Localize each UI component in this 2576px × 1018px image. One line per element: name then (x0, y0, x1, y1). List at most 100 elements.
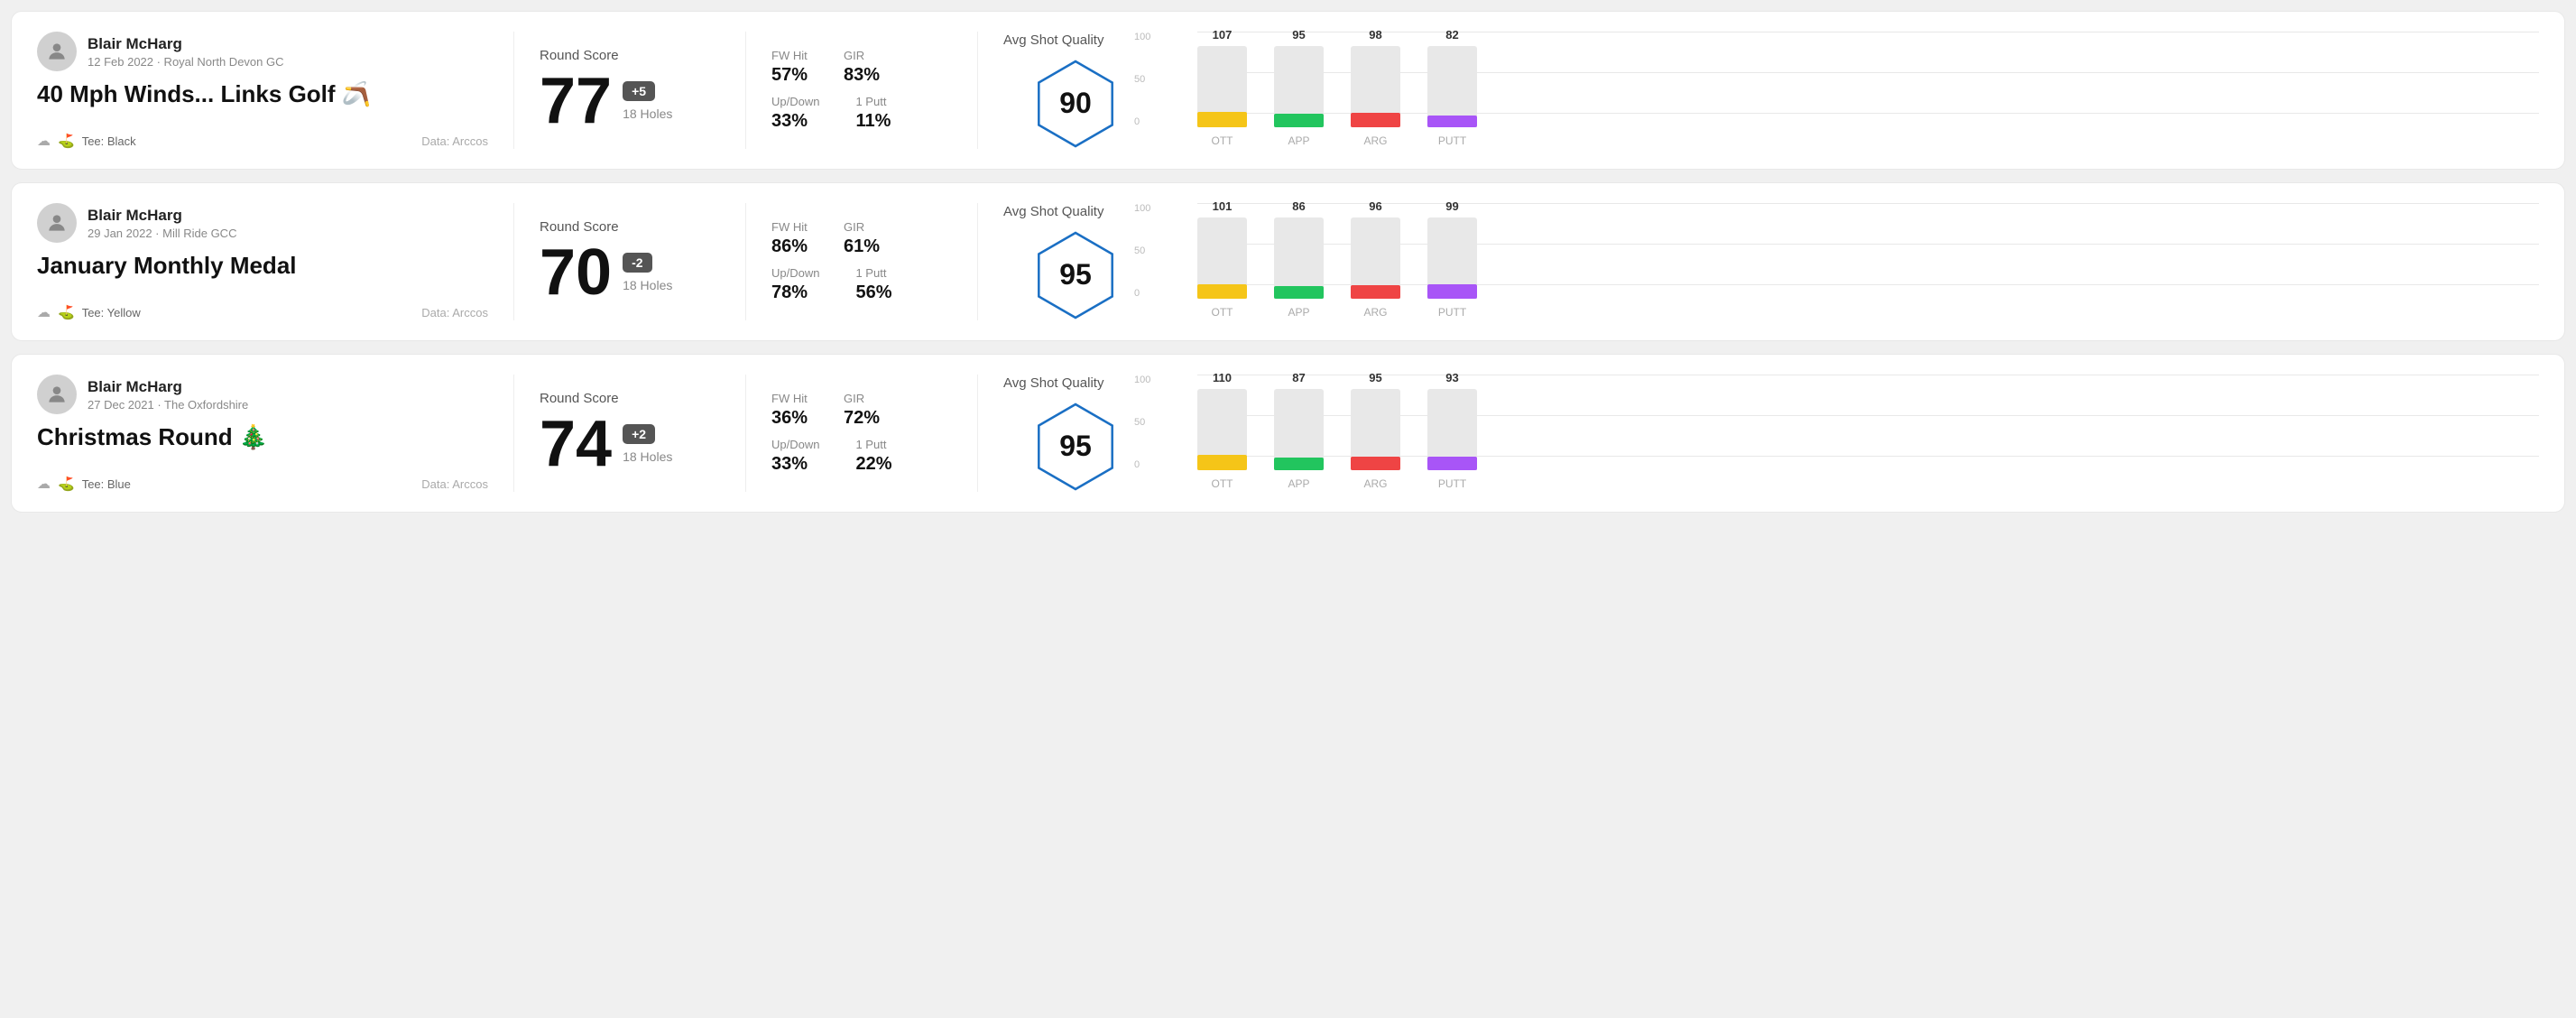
left-section: Blair McHarg 29 Jan 2022 · Mill Ride GCC… (37, 203, 488, 320)
score-label: Round Score (540, 391, 720, 406)
bar-column: 95 APP (1274, 46, 1324, 127)
round-card[interactable]: Blair McHarg 12 Feb 2022 · Royal North D… (11, 11, 2565, 170)
gir-label: GIR (844, 220, 880, 234)
quality-label: Avg Shot Quality (1003, 204, 1103, 219)
user-name: Blair McHarg (88, 35, 284, 53)
tee-info: ☁ ⛳ Tee: Yellow (37, 304, 141, 320)
user-date: 12 Feb 2022 · Royal North Devon GC (88, 55, 284, 69)
oneputt-label: 1 Putt (855, 95, 891, 108)
stats-row-bottom: Up/Down 78% 1 Putt 56% (771, 266, 952, 303)
stat-gir: GIR 61% (844, 220, 880, 257)
oneputt-value: 22% (855, 454, 891, 475)
bar-background (1351, 389, 1400, 470)
tee-info: ☁ ⛳ Tee: Black (37, 133, 136, 149)
stats-section: FW Hit 36% GIR 72% Up/Down 33% 1 Putt 22… (771, 375, 952, 492)
hex-score: 90 (1059, 87, 1092, 120)
hexagon-container: 95 (1030, 230, 1121, 320)
score-row: 70 -2 18 Holes (540, 240, 720, 305)
bar-background (1274, 217, 1324, 299)
chart-section: 100 50 0 101 OTT 86 APP 96 ARG 99 (1148, 203, 2539, 320)
stat-gir: GIR 72% (844, 392, 880, 429)
data-source: Data: Arccos (421, 477, 488, 491)
weather-icon: ☁ (37, 476, 51, 492)
quality-section: Avg Shot Quality 90 (1003, 32, 1148, 149)
bar-column: 98 ARG (1351, 46, 1400, 127)
tee-label: Tee: Blue (82, 477, 131, 491)
stat-fw-hit: FW Hit 57% (771, 49, 808, 86)
bar-background (1197, 217, 1247, 299)
round-card[interactable]: Blair McHarg 29 Jan 2022 · Mill Ride GCC… (11, 182, 2565, 341)
user-date: 27 Dec 2021 · The Oxfordshire (88, 398, 248, 412)
holes-text: 18 Holes (623, 278, 672, 292)
quality-label: Avg Shot Quality (1003, 375, 1103, 391)
score-badge: -2 18 Holes (623, 253, 672, 292)
quality-section: Avg Shot Quality 95 (1003, 203, 1148, 320)
hex-score: 95 (1059, 430, 1092, 463)
fw-hit-label: FW Hit (771, 392, 808, 405)
oneputt-label: 1 Putt (855, 438, 891, 451)
user-info: Blair McHarg 12 Feb 2022 · Royal North D… (37, 32, 488, 71)
left-section: Blair McHarg 12 Feb 2022 · Royal North D… (37, 32, 488, 149)
score-row: 77 +5 18 Holes (540, 69, 720, 134)
weather-icon: ☁ (37, 304, 51, 320)
stats-section: FW Hit 86% GIR 61% Up/Down 78% 1 Putt 56… (771, 203, 952, 320)
avatar (37, 375, 77, 414)
badge-pill: +2 (623, 424, 655, 444)
updown-label: Up/Down (771, 95, 819, 108)
bag-icon: ⛳ (58, 133, 75, 149)
weather-icon: ☁ (37, 133, 51, 149)
divider (513, 375, 514, 492)
badge-pill: +5 (623, 81, 655, 101)
fw-hit-value: 36% (771, 408, 808, 429)
tee-info: ☁ ⛳ Tee: Blue (37, 476, 131, 492)
badge-pill: -2 (623, 253, 651, 273)
user-date: 29 Jan 2022 · Mill Ride GCC (88, 227, 236, 240)
divider-2 (745, 375, 746, 492)
divider-3 (977, 375, 978, 492)
score-section: Round Score 77 +5 18 Holes (540, 32, 720, 149)
updown-value: 33% (771, 454, 819, 475)
bar-column: 101 OTT (1197, 217, 1247, 299)
divider-2 (745, 203, 746, 320)
stats-row-top: FW Hit 57% GIR 83% (771, 49, 952, 86)
oneputt-label: 1 Putt (855, 266, 891, 280)
chart-section: 100 50 0 107 OTT 95 APP 98 ARG 82 (1148, 32, 2539, 149)
bar-column: 87 APP (1274, 389, 1324, 470)
tee-label: Tee: Black (82, 134, 136, 148)
stat-oneputt: 1 Putt 22% (855, 438, 891, 475)
bar-column: 86 APP (1274, 217, 1324, 299)
bar-background (1197, 389, 1247, 470)
stats-row-bottom: Up/Down 33% 1 Putt 22% (771, 438, 952, 475)
score-label: Round Score (540, 48, 720, 63)
score-number: 70 (540, 240, 612, 305)
bar-column: 93 PUTT (1427, 389, 1477, 470)
data-source: Data: Arccos (421, 306, 488, 319)
round-card[interactable]: Blair McHarg 27 Dec 2021 · The Oxfordshi… (11, 354, 2565, 513)
fw-hit-value: 57% (771, 65, 808, 86)
quality-section: Avg Shot Quality 95 (1003, 375, 1148, 492)
left-section: Blair McHarg 27 Dec 2021 · The Oxfordshi… (37, 375, 488, 492)
user-info: Blair McHarg 27 Dec 2021 · The Oxfordshi… (37, 375, 488, 414)
oneputt-value: 56% (855, 282, 891, 303)
round-title: 40 Mph Winds... Links Golf 🪃 (37, 80, 488, 108)
gir-label: GIR (844, 392, 880, 405)
divider-3 (977, 32, 978, 149)
stat-oneputt: 1 Putt 56% (855, 266, 891, 303)
fw-hit-label: FW Hit (771, 220, 808, 234)
bar-background (1197, 46, 1247, 127)
bar-column: 99 PUTT (1427, 217, 1477, 299)
user-name: Blair McHarg (88, 207, 236, 225)
bag-icon: ⛳ (58, 476, 75, 492)
holes-text: 18 Holes (623, 106, 672, 121)
stats-row-top: FW Hit 36% GIR 72% (771, 392, 952, 429)
hexagon-container: 90 (1030, 59, 1121, 149)
avatar (37, 32, 77, 71)
bar-background (1274, 46, 1324, 127)
user-info: Blair McHarg 29 Jan 2022 · Mill Ride GCC (37, 203, 488, 243)
data-source: Data: Arccos (421, 134, 488, 148)
updown-label: Up/Down (771, 438, 819, 451)
bottom-meta: ☁ ⛳ Tee: Yellow Data: Arccos (37, 304, 488, 320)
gir-label: GIR (844, 49, 880, 62)
quality-label: Avg Shot Quality (1003, 32, 1103, 48)
bar-background (1427, 389, 1477, 470)
